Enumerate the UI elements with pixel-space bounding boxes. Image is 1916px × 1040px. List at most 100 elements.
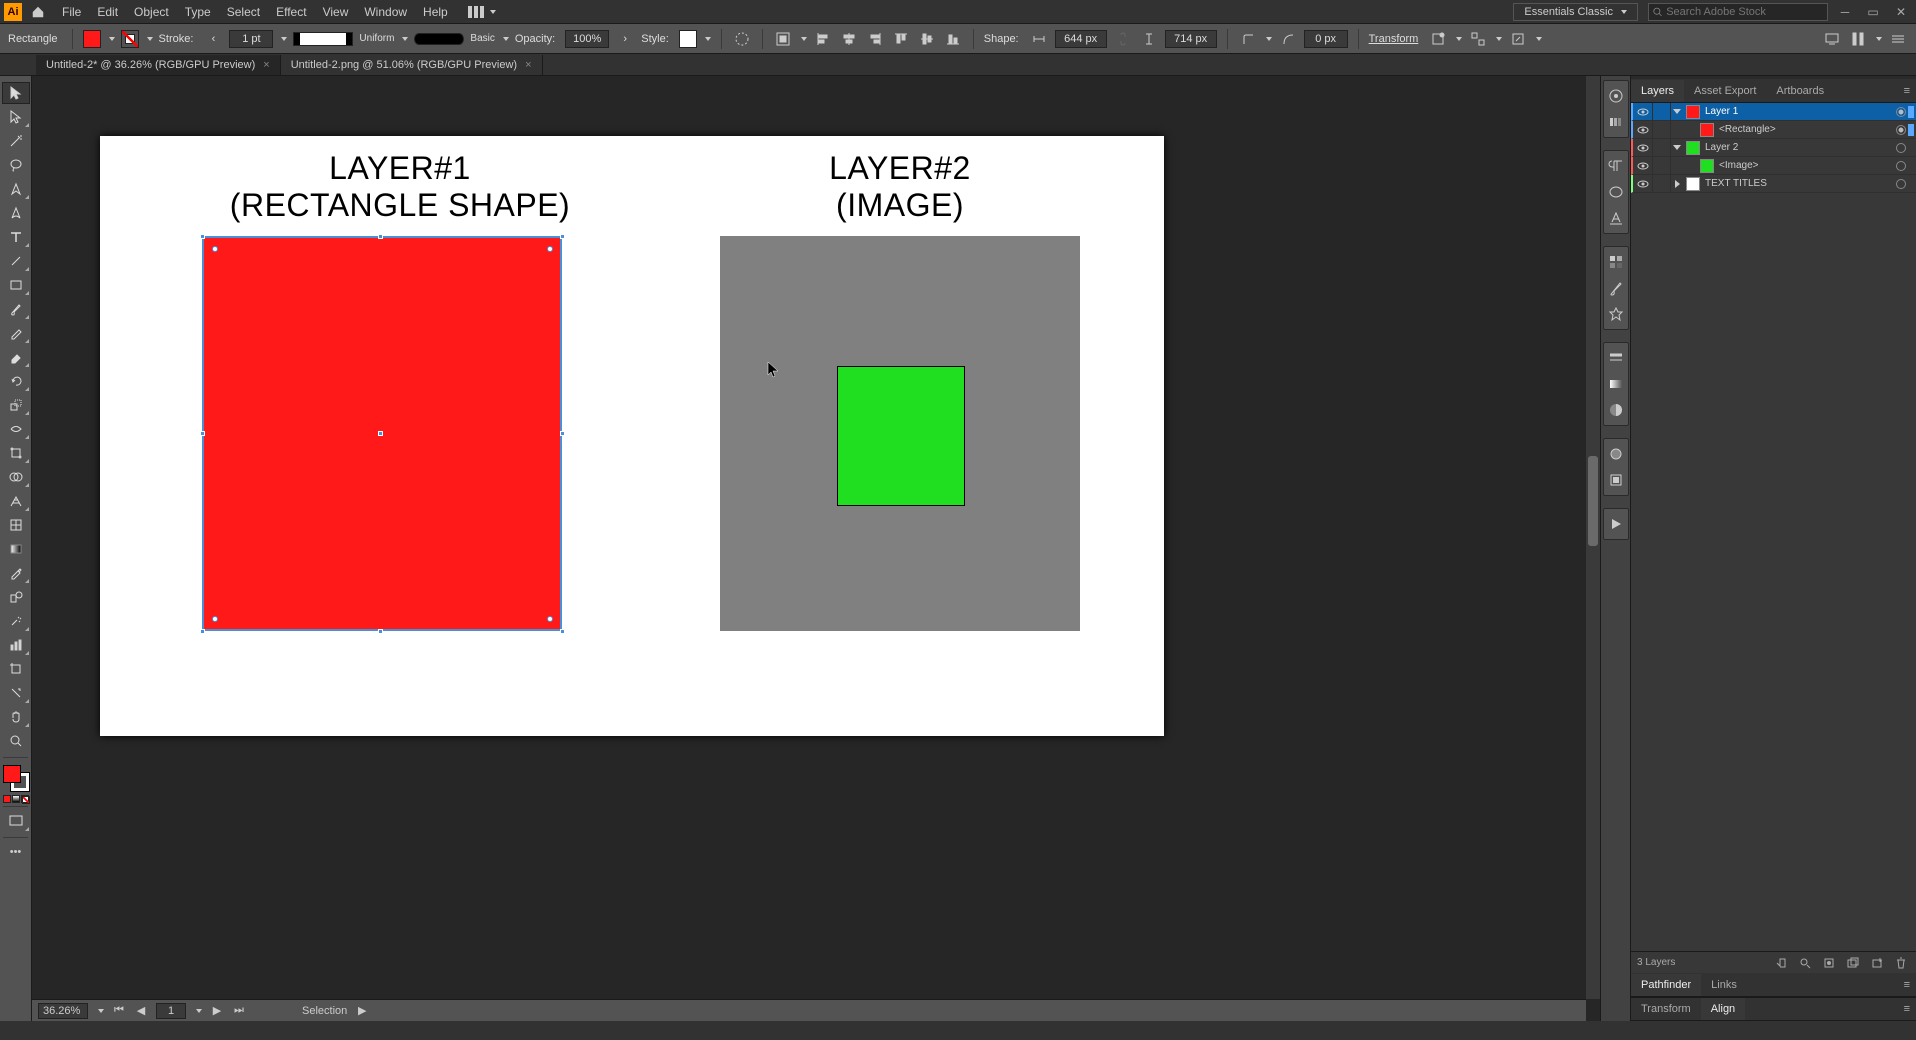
home-icon[interactable]	[30, 4, 46, 20]
shape-builder-tool[interactable]	[2, 466, 30, 488]
workspace-switcher[interactable]: Essentials Classic	[1513, 3, 1638, 21]
lock-toggle[interactable]	[1653, 103, 1671, 120]
graphic-styles-panel-icon[interactable]	[1607, 471, 1625, 489]
image-placeholder[interactable]	[720, 236, 1080, 631]
paragraph-panel-icon[interactable]	[1607, 157, 1625, 175]
curvature-tool[interactable]	[2, 202, 30, 224]
corner-radius-input[interactable]	[1304, 30, 1348, 48]
height-icon[interactable]	[1139, 29, 1159, 49]
search-input[interactable]	[1666, 6, 1823, 18]
menu-type[interactable]: Type	[177, 1, 219, 23]
disclosure-triangle[interactable]	[1671, 180, 1683, 188]
symbols-panel-icon[interactable]	[1607, 305, 1625, 323]
character-panel-icon[interactable]	[1607, 183, 1625, 201]
align-hcenter-icon[interactable]	[839, 29, 859, 49]
arrange-documents-icon[interactable]	[468, 6, 496, 18]
tab-close-button[interactable]: ×	[263, 59, 269, 71]
style-swatch[interactable]	[679, 30, 697, 48]
width-icon[interactable]	[1029, 29, 1049, 49]
layer-row[interactable]: Layer 1	[1631, 103, 1916, 121]
target-button[interactable]	[1896, 107, 1906, 117]
screen-mode-toggle[interactable]	[2, 810, 30, 832]
shape-width-input[interactable]	[1055, 30, 1107, 48]
menu-select[interactable]: Select	[219, 1, 268, 23]
play-actions-icon[interactable]	[1607, 515, 1625, 533]
panel-tab-pathfinder[interactable]: Pathfinder	[1631, 974, 1701, 996]
eyedropper-tool[interactable]	[2, 562, 30, 584]
first-artboard-button[interactable]: ⏮	[112, 1004, 126, 1017]
clip-mask-button[interactable]	[1820, 954, 1838, 972]
edit-symbol-icon[interactable]	[1508, 29, 1528, 49]
menu-object[interactable]: Object	[126, 1, 177, 23]
lock-toggle[interactable]	[1653, 175, 1671, 192]
isolate-icon[interactable]	[1428, 29, 1448, 49]
stroke-panel-icon[interactable]	[1607, 349, 1625, 367]
target-button[interactable]	[1896, 125, 1906, 135]
align-bottom-icon[interactable]	[943, 29, 963, 49]
align-left-icon[interactable]	[813, 29, 833, 49]
lasso-tool[interactable]	[2, 154, 30, 176]
mesh-tool[interactable]	[2, 514, 30, 536]
profile-swatch[interactable]	[293, 32, 353, 46]
layer-name[interactable]: Layer 2	[1703, 142, 1896, 153]
new-sublayer-button[interactable]	[1844, 954, 1862, 972]
align-right-icon[interactable]	[865, 29, 885, 49]
panel-tab-align[interactable]: Align	[1701, 998, 1745, 1020]
corner-radius-icon[interactable]	[1278, 29, 1298, 49]
layer-name[interactable]: <Rectangle>	[1717, 124, 1896, 135]
visibility-toggle[interactable]	[1633, 103, 1653, 120]
presentation-mode-icon[interactable]	[1822, 29, 1842, 49]
new-layer-button[interactable]	[1868, 954, 1886, 972]
edit-toolbar[interactable]: •••	[2, 841, 30, 863]
panel-menu-button-3[interactable]: ≡	[1898, 999, 1916, 1019]
hand-tool[interactable]	[2, 706, 30, 728]
visibility-toggle[interactable]	[1633, 121, 1653, 138]
layer-name[interactable]: <Image>	[1717, 160, 1896, 171]
magic-wand-tool[interactable]	[2, 130, 30, 152]
layer-name[interactable]: TEXT TITLES	[1703, 178, 1896, 189]
fill-swatch[interactable]	[83, 30, 101, 48]
layer-row[interactable]: <Image>	[1631, 157, 1916, 175]
rectangle-tool[interactable]	[2, 274, 30, 296]
column-graph-tool[interactable]	[2, 634, 30, 656]
swatches-panel-icon[interactable]	[1607, 253, 1625, 271]
panel-tab-links[interactable]: Links	[1701, 974, 1747, 996]
appearance-panel-icon[interactable]	[1607, 445, 1625, 463]
target-button[interactable]	[1896, 161, 1906, 171]
panel-tab-transform[interactable]: Transform	[1631, 998, 1701, 1020]
menu-help[interactable]: Help	[415, 1, 456, 23]
recolor-icon[interactable]	[732, 29, 752, 49]
lock-toggle[interactable]	[1653, 157, 1671, 174]
align-to-icon[interactable]	[773, 29, 793, 49]
document-tab[interactable]: Untitled-2.png @ 51.06% (RGB/GPU Preview…	[281, 55, 543, 75]
pen-tool[interactable]	[2, 178, 30, 200]
stroke-weight-input[interactable]	[229, 30, 273, 48]
canvas-area[interactable]: LAYER#1 (RECTANGLE SHAPE) LAYER#2 (IMAGE…	[32, 76, 1600, 1021]
direct-selection-tool[interactable]	[2, 106, 30, 128]
menu-file[interactable]: File	[54, 1, 89, 23]
target-button[interactable]	[1896, 179, 1906, 189]
layer-row[interactable]: Layer 2	[1631, 139, 1916, 157]
delete-layer-button[interactable]	[1892, 954, 1910, 972]
preferences-icon[interactable]	[1848, 29, 1868, 49]
zoom-input[interactable]	[38, 1003, 88, 1019]
status-menu-button[interactable]: ▶	[355, 1004, 369, 1017]
panel-tab-artboards[interactable]: Artboards	[1766, 80, 1834, 102]
layer-row[interactable]: <Rectangle>	[1631, 121, 1916, 139]
free-transform-tool[interactable]	[2, 442, 30, 464]
panel-menu-button-2[interactable]: ≡	[1898, 975, 1916, 995]
line-tool[interactable]	[2, 250, 30, 272]
opacity-input[interactable]	[565, 30, 609, 48]
visibility-toggle[interactable]	[1633, 157, 1653, 174]
layer-name[interactable]: Layer 1	[1703, 106, 1896, 117]
rotate-tool[interactable]	[2, 370, 30, 392]
brush-swatch[interactable]	[414, 33, 464, 45]
disclosure-triangle[interactable]	[1671, 109, 1683, 114]
menu-edit[interactable]: Edit	[89, 1, 126, 23]
paintbrush-tool[interactable]	[2, 298, 30, 320]
eraser-tool[interactable]	[2, 346, 30, 368]
zoom-tool[interactable]	[2, 730, 30, 752]
disclosure-triangle[interactable]	[1671, 145, 1683, 150]
close-button[interactable]: ✕	[1890, 3, 1912, 21]
lock-toggle[interactable]	[1653, 139, 1671, 156]
